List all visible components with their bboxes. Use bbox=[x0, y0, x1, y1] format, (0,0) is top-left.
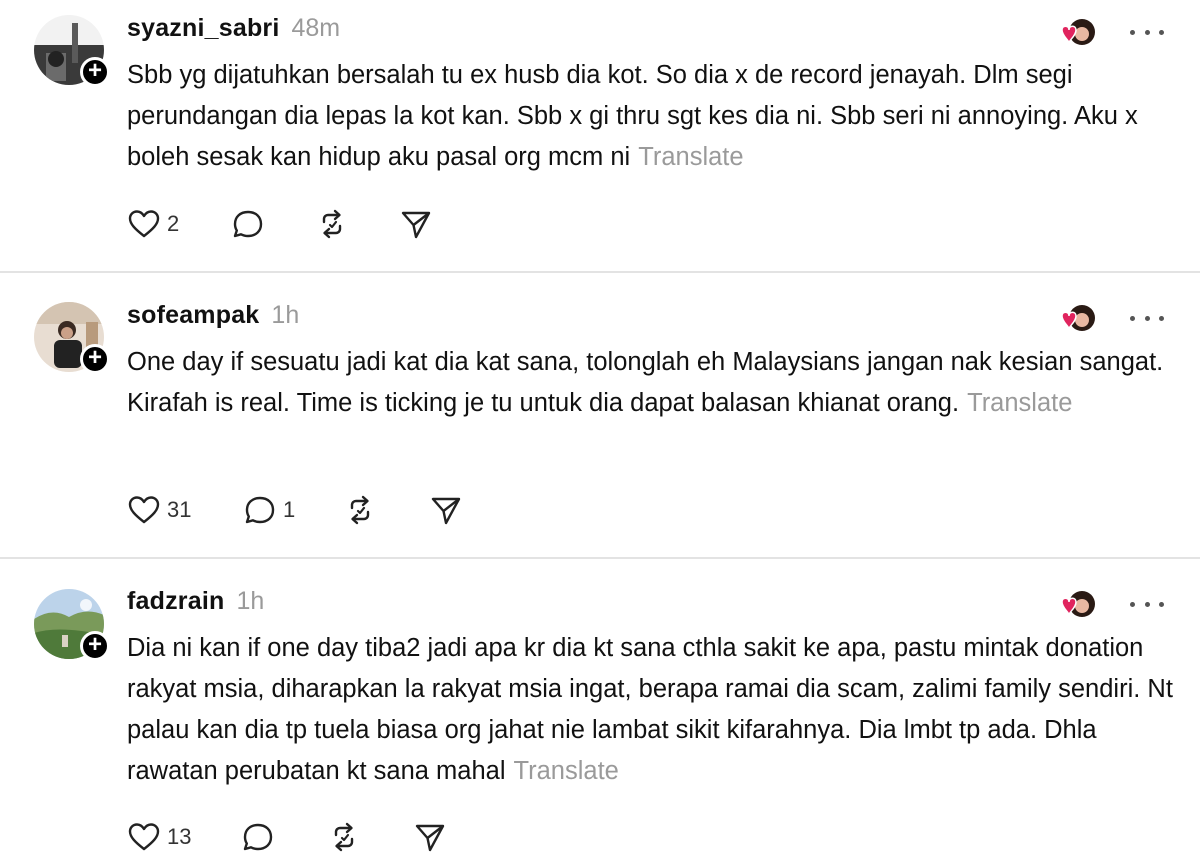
translate-link[interactable]: Translate bbox=[638, 143, 743, 171]
repost-button[interactable] bbox=[343, 490, 377, 530]
timestamp[interactable]: 1h bbox=[271, 301, 299, 330]
follow-plus-icon[interactable]: + bbox=[80, 344, 110, 374]
post-body: One day if sesuatu jadi kat dia kat sana… bbox=[127, 342, 1177, 424]
follow-plus-icon[interactable]: + bbox=[80, 57, 110, 87]
repost-icon bbox=[350, 495, 370, 525]
post-body: Sbb yg dijatuhkan bersalah tu ex husb di… bbox=[127, 55, 1177, 178]
heart-icon bbox=[128, 496, 160, 524]
post-text: Sbb yg dijatuhkan bersalah tu ex husb di… bbox=[127, 61, 1138, 171]
post-header: syazni_sabri 48m bbox=[127, 14, 340, 50]
username[interactable]: fadzrain bbox=[127, 587, 224, 616]
heart-icon bbox=[128, 823, 160, 851]
timestamp[interactable]: 48m bbox=[292, 14, 341, 43]
like-count: 31 bbox=[167, 497, 192, 522]
like-button[interactable]: 2 bbox=[127, 204, 179, 244]
liked-by-avatar-icon[interactable] bbox=[1052, 16, 1100, 50]
share-icon bbox=[401, 211, 431, 239]
liked-by-avatar-icon[interactable] bbox=[1052, 302, 1100, 336]
repost-button[interactable] bbox=[327, 817, 361, 857]
like-count: 2 bbox=[167, 211, 180, 236]
avatar-container[interactable]: + bbox=[34, 589, 110, 661]
divider bbox=[0, 557, 1200, 559]
repost-icon bbox=[322, 209, 342, 239]
heart-icon bbox=[128, 210, 160, 238]
share-button[interactable] bbox=[399, 204, 433, 244]
like-button[interactable]: 31 bbox=[127, 490, 191, 530]
reply-button[interactable] bbox=[231, 204, 271, 244]
thread-reply: + fadzrain 1h Dia ni kan if one day tiba… bbox=[0, 572, 1200, 866]
post-header: fadzrain 1h bbox=[127, 587, 264, 623]
timestamp[interactable]: 1h bbox=[236, 587, 264, 616]
post-text: Dia ni kan if one day tiba2 jadi apa kr … bbox=[127, 634, 1173, 785]
follow-plus-icon[interactable]: + bbox=[80, 631, 110, 661]
repost-icon bbox=[334, 822, 354, 852]
more-icon[interactable] bbox=[1130, 594, 1164, 614]
thread-reply: + syazni_sabri 48m Sbb yg dijatuhkan ber… bbox=[0, 0, 1200, 272]
username[interactable]: sofeampak bbox=[127, 301, 259, 330]
translate-link[interactable]: Translate bbox=[514, 757, 619, 785]
comment-icon bbox=[245, 496, 275, 524]
comment-icon bbox=[243, 823, 273, 851]
reply-button[interactable] bbox=[241, 817, 281, 857]
share-icon bbox=[415, 824, 445, 852]
comment-icon bbox=[233, 210, 263, 238]
more-icon[interactable] bbox=[1130, 22, 1164, 42]
divider bbox=[0, 271, 1200, 273]
share-icon bbox=[431, 497, 461, 525]
username[interactable]: syazni_sabri bbox=[127, 14, 280, 43]
like-button[interactable]: 13 bbox=[127, 817, 191, 857]
thread-reply: + sofeampak 1h One day if sesuatu jadi k… bbox=[0, 286, 1200, 558]
liked-by-avatar-icon[interactable] bbox=[1052, 588, 1100, 622]
reply-count: 1 bbox=[283, 497, 296, 522]
translate-link[interactable]: Translate bbox=[967, 389, 1072, 417]
post-header: sofeampak 1h bbox=[127, 301, 299, 337]
avatar-container[interactable]: + bbox=[34, 302, 110, 374]
share-button[interactable] bbox=[413, 817, 447, 857]
repost-button[interactable] bbox=[315, 204, 349, 244]
more-icon[interactable] bbox=[1130, 308, 1164, 328]
post-body: Dia ni kan if one day tiba2 jadi apa kr … bbox=[127, 628, 1177, 792]
share-button[interactable] bbox=[429, 490, 463, 530]
like-count: 13 bbox=[167, 824, 192, 849]
avatar-container[interactable]: + bbox=[34, 15, 110, 87]
reply-button[interactable]: 1 bbox=[243, 490, 295, 530]
